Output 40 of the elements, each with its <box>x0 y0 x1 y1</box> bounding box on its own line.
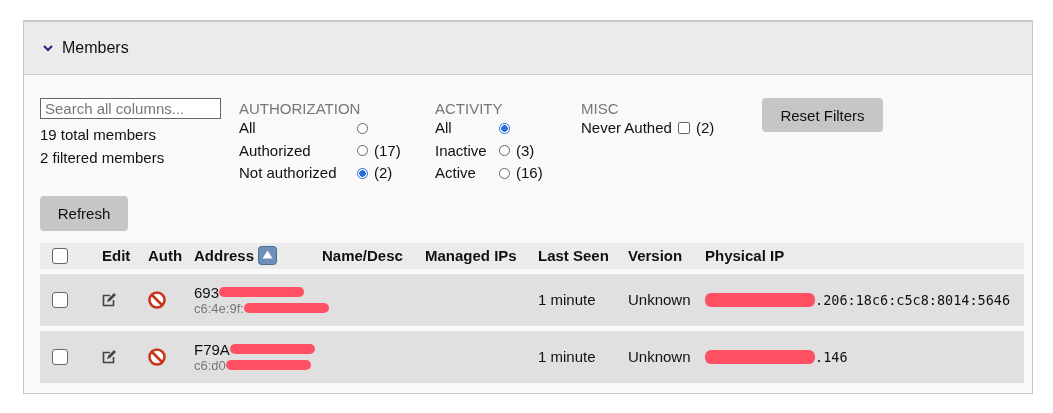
option-count: (3) <box>516 140 535 161</box>
option-count: (16) <box>516 163 543 183</box>
last-seen: 1 minute <box>538 348 596 365</box>
column-header[interactable]: Managed IPs <box>425 247 517 264</box>
member-address: 693 <box>194 283 220 301</box>
reset-filters-button[interactable]: Reset Filters <box>762 98 883 132</box>
mac-address: c6:d0 <box>194 357 226 373</box>
column-header[interactable]: Auth <box>148 247 183 264</box>
option-label: Active <box>435 163 477 183</box>
option-count: (2) <box>374 163 393 183</box>
mac-address: c6:4e:9f: <box>194 300 244 316</box>
version: Unknown <box>628 348 691 365</box>
column-header[interactable]: Version <box>628 247 683 264</box>
panel-title: Members <box>62 39 129 57</box>
version: Unknown <box>628 291 691 308</box>
physical-ip: .146 <box>815 348 848 365</box>
member-count: 2 filtered members <box>40 148 166 168</box>
member-count: 19 total members <box>40 125 157 145</box>
option-count: (17) <box>374 140 401 161</box>
option-label: Authorized <box>239 140 312 161</box>
column-header[interactable]: Last Seen <box>538 247 609 264</box>
option-count: (2) <box>695 118 715 138</box>
option-label: Never Authed <box>581 118 672 138</box>
refresh-button[interactable]: Refresh <box>40 195 128 231</box>
member-address: F79A <box>194 340 230 358</box>
search-field[interactable]: Search all columns... <box>40 98 221 119</box>
physical-ip: .206:18c6:c5c8:8014:5646 <box>815 291 1011 308</box>
filter-title: AUTHORIZATION <box>239 101 362 117</box>
option-label: Inactive <box>435 140 488 161</box>
option-label: Not authorized <box>239 163 338 183</box>
last-seen: 1 minute <box>538 291 596 308</box>
panel-header[interactable]: Members <box>24 22 1032 75</box>
option-label: All <box>239 118 257 138</box>
option-label: All <box>435 118 453 138</box>
filter-title: ACTIVITY <box>435 101 504 117</box>
column-header[interactable]: Physical IP <box>705 247 785 264</box>
column-header[interactable]: Name/Desc <box>322 247 403 264</box>
column-header[interactable]: Address <box>194 247 255 264</box>
filter-title: MISC <box>581 101 620 117</box>
column-header[interactable]: Edit <box>102 247 131 264</box>
